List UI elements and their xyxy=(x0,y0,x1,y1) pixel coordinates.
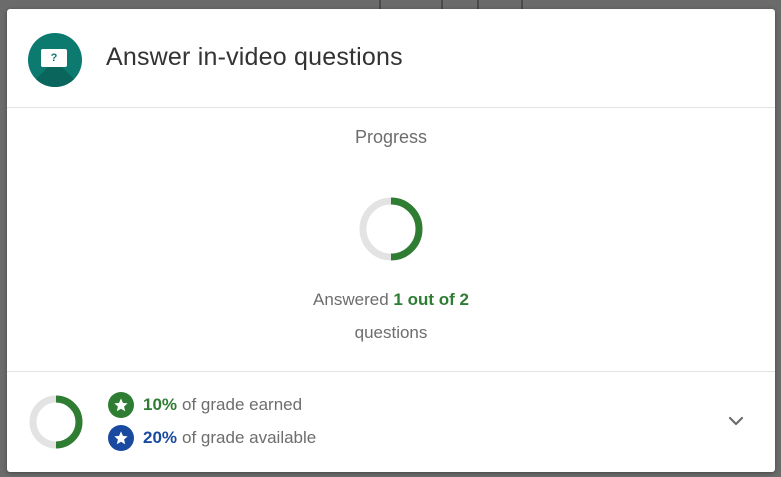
answered-count: 1 out of 2 xyxy=(393,290,469,309)
card-header: ? Answer in-video questions xyxy=(7,9,775,108)
progress-ring-fill xyxy=(390,197,423,261)
progress-label: Progress xyxy=(354,127,428,147)
grade-ring-fill xyxy=(55,395,83,449)
question-progress-card: ? Answer in-video questions Progress Ans… xyxy=(7,9,775,472)
chevron-down-icon[interactable] xyxy=(723,410,749,432)
grade-footer[interactable]: 10% of grade earned 20% of grade availab… xyxy=(7,371,775,472)
grade-earned-label: of grade earned xyxy=(182,395,303,414)
grade-earned-row: 10% of grade earned xyxy=(108,392,302,418)
question-screen-icon: ? xyxy=(28,33,82,87)
star-icon xyxy=(108,425,134,451)
star-icon xyxy=(108,392,134,418)
grade-available-row: 20% of grade available xyxy=(108,425,316,451)
icon-glyph: ? xyxy=(50,52,58,64)
grade-available-percent: 20% xyxy=(143,428,178,447)
grade-available-label: of grade available xyxy=(182,428,317,447)
icon-screen: ? xyxy=(41,49,67,67)
answered-summary: Answered 1 out of 2 xyxy=(7,290,775,310)
grade-earned-percent: 10% xyxy=(143,395,178,414)
answered-prefix: Answered xyxy=(313,290,389,309)
card-title: Answer in-video questions xyxy=(106,43,403,71)
progress-ring xyxy=(359,197,423,261)
grade-ring xyxy=(29,395,83,449)
answered-suffix: questions xyxy=(354,323,428,342)
